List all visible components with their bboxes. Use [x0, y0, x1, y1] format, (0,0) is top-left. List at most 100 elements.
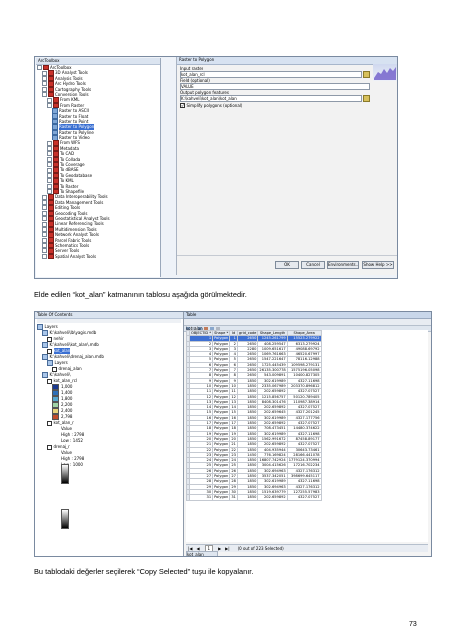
layer-visibility-checkbox[interactable]: [47, 336, 52, 342]
table-row[interactable]: 25 Polygon 25 1850 3004.415626 17216.702234: [186, 462, 322, 469]
expand-toggle-icon[interactable]: [42, 199, 47, 205]
expand-toggle-icon[interactable]: [47, 162, 52, 168]
toc-item-label: 1,800: [61, 396, 73, 402]
table-cell: Polygon: [212, 398, 231, 406]
toc-item-label: drenaj_r: [53, 444, 70, 450]
column-header[interactable]: Shape_Length: [257, 330, 288, 337]
expand-toggle-icon[interactable]: [42, 210, 47, 216]
last-record-icon[interactable]: ▶|: [225, 546, 229, 551]
table-row[interactable]: 26 Polygon 26 1850 302.694963 4327.176312: [186, 467, 322, 475]
column-header[interactable]: Shape *: [212, 330, 231, 337]
expand-toggle-icon[interactable]: [47, 183, 52, 189]
table-row[interactable]: 23 Polygon 23 1450 776.169824 28166.441078: [186, 451, 322, 459]
expand-toggle-icon[interactable]: [42, 248, 47, 254]
table-screenshot: Table Of Contents Layers K:\kahveli\lb\ya…: [34, 311, 432, 557]
database-icon: [42, 354, 48, 360]
table-cell: 1547.221647: [257, 356, 288, 363]
expand-toggle-icon[interactable]: [42, 253, 47, 259]
table-row[interactable]: 18 Polygon 18 1850 708.473451 14480.374622: [186, 425, 322, 432]
table-status-bar: |◀ ◀ 1 ▶ ▶| (0 out of 223 Selected): [186, 544, 428, 552]
expand-toggle-icon[interactable]: [42, 243, 47, 249]
expand-toggle-icon[interactable]: [42, 216, 47, 222]
cancel-button[interactable]: Cancel: [301, 261, 325, 269]
table-row[interactable]: 12 Polygon 12 1850 1215.856757 50120.789405: [186, 393, 322, 400]
expand-toggle-icon[interactable]: [42, 92, 47, 98]
expand-toggle-icon[interactable]: [47, 156, 52, 162]
table-row[interactable]: 16 Polygon 16 1850 302.619989 4327.177756: [186, 414, 322, 422]
table-row[interactable]: 27 Polygon 27 1850 3537.342051 398699.645117: [186, 472, 322, 480]
table-row[interactable]: 24 Polygon 24 1850 16807.742924 1779124.37099…: [186, 457, 322, 464]
expand-toggle-icon[interactable]: [42, 237, 47, 243]
legend-swatch: [52, 384, 59, 390]
show-help-button[interactable]: Show Help >>: [362, 261, 394, 269]
table-row[interactable]: 28 Polygon 28 1850 302.619989 4327.11698: [186, 478, 322, 485]
table-row[interactable]: 14 Polygon 14 1850 202.659892 4327.07527: [186, 404, 322, 411]
table-row[interactable]: 22 Polygon 22 1850 404.935944 30643.73461: [186, 446, 322, 453]
table-row[interactable]: 29 Polygon 29 1850 302.694963 4327.176312: [186, 483, 322, 490]
table-row[interactable]: 21 Polygon 21 1850 202.659892 4327.07527: [186, 441, 322, 448]
table-cell: 16807.742924: [257, 457, 288, 464]
expand-toggle-icon[interactable]: [47, 173, 52, 178]
attribute-table-window: Table kot_alan OBJECTID * Shape * Id grid_c…: [183, 312, 431, 556]
layer-visibility-checkbox[interactable]: [47, 444, 52, 450]
ok-button[interactable]: OK: [275, 261, 299, 269]
expand-toggle-icon[interactable]: [42, 75, 47, 81]
next-record-icon[interactable]: ▶: [218, 546, 221, 551]
table-cell: Polygon: [212, 351, 231, 358]
expand-toggle-icon[interactable]: [42, 232, 47, 238]
expand-toggle-icon[interactable]: [42, 205, 47, 211]
layer-visibility-checkbox[interactable]: [47, 348, 52, 354]
table-toolbar[interactable]: [184, 319, 431, 331]
table-row[interactable]: 15 Polygon 15 1850 202.659645 4327.201245: [186, 409, 322, 416]
expand-toggle-icon[interactable]: [42, 221, 47, 227]
browse-folder-icon[interactable]: [363, 71, 370, 78]
table-cell: 8408.301476: [257, 398, 288, 406]
output-features-field[interactable]: K:\kahveli\kot_alan\kot_alan: [180, 95, 362, 102]
table-row[interactable]: 20 Polygon 20 1850 1562.991672 87458.89177: [186, 435, 322, 443]
table-cell: 398699.645117: [286, 472, 322, 480]
environments-button[interactable]: Environments...: [327, 261, 359, 269]
simplify-checkbox[interactable]: [180, 103, 185, 109]
column-header[interactable]: OBJECTID *: [188, 330, 214, 337]
column-header[interactable]: grid_code: [236, 330, 259, 337]
table-row[interactable]: 10 Polygon 10 1850 2335.067989 203370.896812: [186, 382, 322, 390]
expand-toggle-icon[interactable]: [47, 97, 52, 103]
expand-toggle-icon[interactable]: [42, 70, 47, 76]
layer-visibility-checkbox[interactable]: [52, 366, 57, 372]
table-row[interactable]: 30 Polygon 30 1850 1519.639779 127255.57983: [186, 488, 322, 496]
toc-item-label: K:\kahveli\kot_alan\.mdb: [49, 342, 99, 348]
table-tab-kot-alan[interactable]: kot_alan: [186, 551, 218, 556]
expand-toggle-icon[interactable]: [37, 65, 42, 71]
expand-toggle-icon[interactable]: [47, 167, 52, 173]
expand-toggle-icon[interactable]: [47, 151, 52, 157]
browse-output-icon[interactable]: [363, 95, 370, 102]
simplify-row[interactable]: Simplify polygons (optional): [180, 103, 242, 109]
table-window-title: Table: [184, 312, 431, 319]
layer-visibility-checkbox[interactable]: [47, 420, 52, 426]
legend-swatch: [52, 402, 59, 408]
expand-toggle-icon[interactable]: [42, 86, 47, 92]
toc-item-label: kot_alan_rcl: [53, 378, 78, 384]
table-cell: Polygon: [212, 478, 231, 485]
expand-toggle-icon[interactable]: [42, 226, 47, 232]
expand-toggle-icon[interactable]: [42, 194, 47, 200]
toc-item-label: 1,000: [61, 384, 73, 390]
layer-visibility-checkbox[interactable]: [47, 378, 52, 384]
table-row[interactable]: 11 Polygon 11 1850 202.659892 4327.07527: [186, 388, 322, 395]
toc-item-label: drenaj_alan: [58, 366, 82, 372]
expand-toggle-icon[interactable]: [47, 146, 52, 152]
table-row[interactable]: 13 Polygon 13 1850 8408.301476 110987.38914: [186, 398, 322, 406]
table-row[interactable]: 19 Polygon 19 1850 302.619989 4327.11698: [186, 430, 322, 437]
expand-toggle-icon[interactable]: [47, 140, 52, 146]
table-cell: 26135.300778: [257, 367, 288, 374]
table-row[interactable]: 17 Polygon 17 1850 202.659892 4327.07527: [186, 420, 322, 427]
toolbox-screenshot: ArcToolbox ArcToolbox 3D Analyst Tools Ana…: [34, 56, 398, 279]
input-raster-field[interactable]: kot_alan_rcl: [180, 71, 362, 78]
toolbox-title: ArcToolbox: [36, 58, 160, 65]
toolbox-item[interactable]: Spatial Analyst Tools: [36, 253, 160, 260]
expand-toggle-icon[interactable]: [47, 178, 52, 184]
toc-item-label: Layers: [54, 360, 68, 366]
expand-toggle-icon[interactable]: [42, 81, 47, 87]
table-row[interactable]: 31 Polygon 31 1850 202.659892 4327.07527: [186, 494, 322, 501]
field-select[interactable]: VALUE: [180, 83, 370, 90]
